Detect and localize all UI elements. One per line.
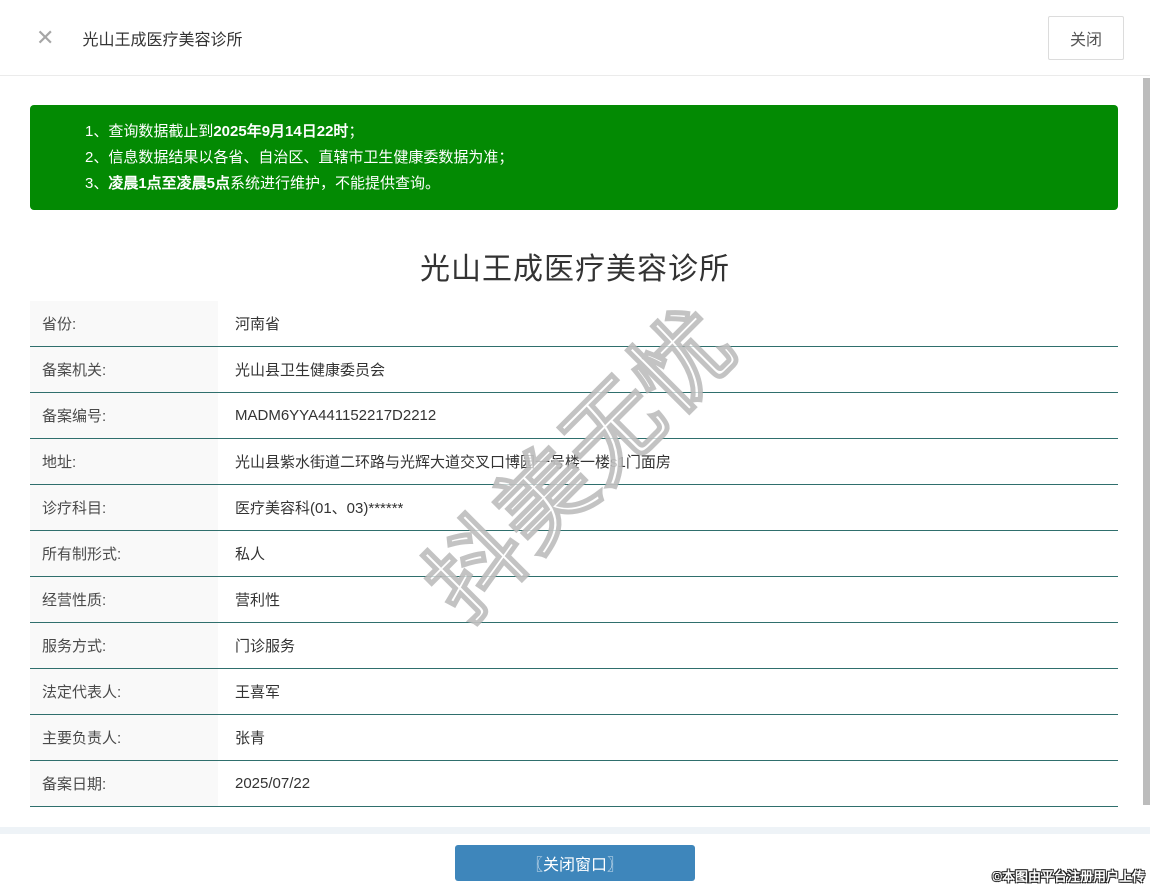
table-row-person-in-charge: 主要负责人: 张青: [30, 715, 1118, 761]
row-label: 法定代表人:: [30, 669, 218, 714]
scrollbar-thumb[interactable]: [1143, 78, 1150, 805]
row-value: 门诊服务: [235, 638, 296, 655]
row-value: MADM6YYA441152217D2212: [235, 407, 437, 424]
table-row-departments: 诊疗科目: 医疗美容科(01、03)******: [30, 485, 1118, 531]
table-row-record-number: 备案编号: MADM6YYA441152217D2212: [30, 393, 1118, 439]
row-value: 光山县紫水街道二环路与光辉大道交叉口博园一号楼一楼s1门面房: [235, 454, 671, 471]
close-window-button[interactable]: 〖关闭窗口〗: [455, 845, 695, 881]
row-label: 备案日期:: [30, 761, 218, 806]
notice-text: 3、: [85, 175, 109, 192]
row-value: 张青: [235, 730, 266, 747]
table-row-province: 省份: 河南省: [30, 301, 1118, 347]
notice-line: 2、信息数据结果以各省、自治区、直辖市卫生健康委数据为准；: [85, 145, 1098, 171]
table-row-ownership: 所有制形式: 私人: [30, 531, 1118, 577]
table-row-record-date: 备案日期: 2025/07/22: [30, 761, 1118, 807]
notice-line: 1、查询数据截止到2025年9月14日22时；: [85, 119, 1098, 145]
footer-divider: [0, 827, 1150, 834]
table-row-business-nature: 经营性质: 营利性: [30, 577, 1118, 623]
row-value: 私人: [235, 546, 266, 563]
table-row-address: 地址: 光山县紫水街道二环路与光辉大道交叉口博园一号楼一楼s1门面房: [30, 439, 1118, 485]
row-label: 所有制形式:: [30, 531, 218, 576]
upload-credit-watermark: ©本图由平台注册用户上传: [992, 869, 1145, 884]
table-row-service-mode: 服务方式: 门诊服务: [30, 623, 1118, 669]
row-label: 服务方式:: [30, 623, 218, 668]
row-value: 2025/07/22: [235, 775, 311, 792]
notice-text-strong: 凌晨1点至凌晨5点: [108, 175, 231, 192]
row-label: 主要负责人:: [30, 715, 218, 760]
row-label: 备案机关:: [30, 347, 218, 392]
notice-text: 系统进行维护，不能提供查询。: [230, 175, 441, 192]
row-label: 地址:: [30, 439, 218, 484]
notice-box: 1、查询数据截止到2025年9月14日22时； 2、信息数据结果以各省、自治区、…: [30, 105, 1118, 210]
row-value: 河南省: [235, 316, 281, 333]
window-title: 光山王成医疗美容诊所: [82, 31, 243, 49]
row-value: 营利性: [235, 592, 281, 609]
row-value: 光山县卫生健康委员会: [235, 362, 386, 379]
notice-text: ；: [348, 123, 364, 140]
window-header: ✕ 光山王成医疗美容诊所 关闭: [0, 0, 1150, 76]
notice-line: 3、凌晨1点至凌晨5点系统进行维护，不能提供查询。: [85, 171, 1098, 197]
footer: 〖关闭窗口〗: [0, 845, 1150, 881]
notice-text-strong: 2025年9月14日22时: [213, 123, 349, 140]
row-label: 经营性质:: [30, 577, 218, 622]
notice-text: 1、查询数据截止到: [85, 123, 214, 140]
row-label: 备案编号:: [30, 393, 218, 438]
info-table: 省份: 河南省 备案机关: 光山县卫生健康委员会 备案编号: MADM6YYA4…: [30, 301, 1118, 807]
table-row-legal-representative: 法定代表人: 王喜军: [30, 669, 1118, 715]
notice-text: 2、信息数据结果以各省、自治区、直辖市卫生健康委数据为准；: [85, 149, 514, 166]
page-title: 光山王成医疗美容诊所: [420, 253, 730, 286]
close-icon[interactable]: ✕: [36, 26, 54, 49]
close-button[interactable]: 关闭: [1047, 15, 1124, 60]
row-value: 王喜军: [235, 684, 281, 701]
row-label: 省份:: [30, 301, 218, 346]
table-row-authority: 备案机关: 光山县卫生健康委员会: [30, 347, 1118, 393]
row-label: 诊疗科目:: [30, 485, 218, 530]
row-value: 医疗美容科(01、03)******: [235, 500, 404, 517]
